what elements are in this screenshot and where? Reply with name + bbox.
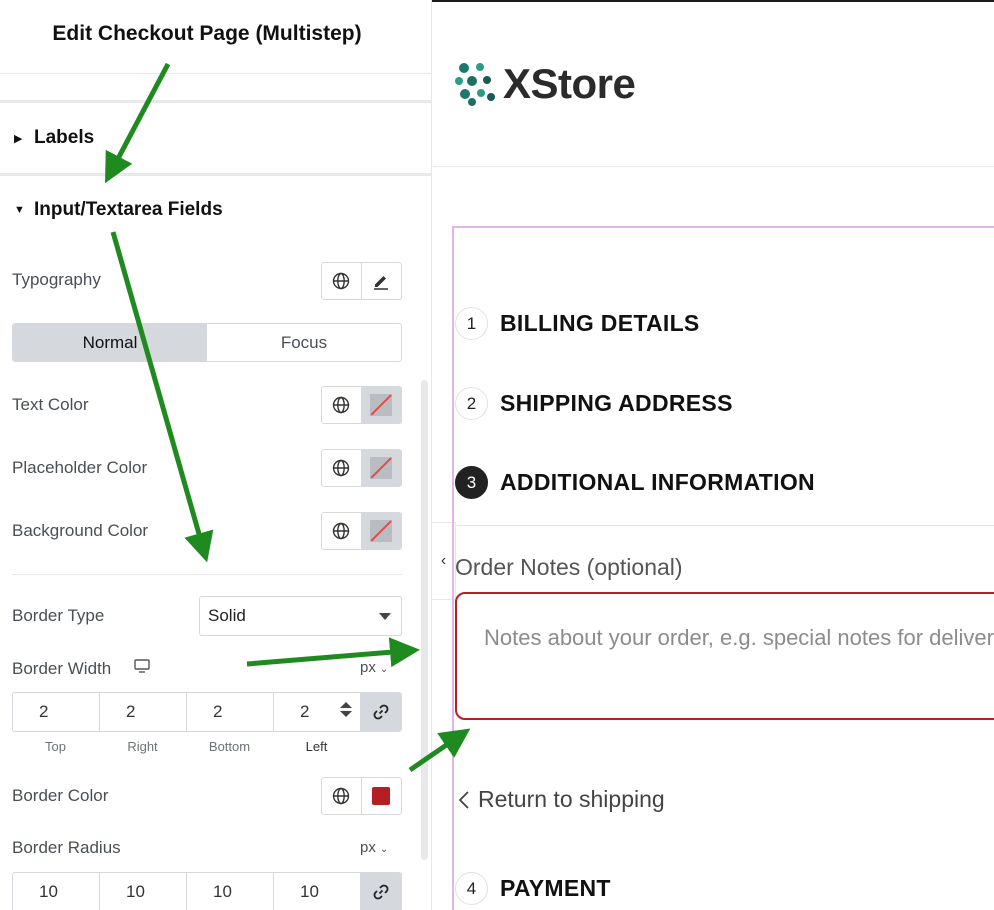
step-shipping[interactable]: 2 SHIPPING ADDRESS: [455, 387, 733, 420]
border-radius-inputs: 10 10 10 10: [12, 872, 402, 910]
border-width-right-input[interactable]: 2: [100, 693, 187, 731]
border-radius-unit: px: [360, 839, 376, 856]
section-fields-toggle[interactable]: ▼ Input/Textarea Fields: [14, 199, 223, 221]
panel-scrollbar[interactable]: [421, 380, 428, 860]
globe-icon[interactable]: [322, 263, 362, 299]
globe-icon[interactable]: [322, 450, 362, 486]
background-color-swatch[interactable]: [361, 513, 401, 549]
border-width-top-input[interactable]: 2: [13, 693, 100, 731]
link-values-button[interactable]: [361, 873, 401, 910]
link-values-button[interactable]: [361, 693, 401, 731]
background-color-label: Background Color: [12, 521, 149, 540]
border-width-unit-select[interactable]: px ⌄: [360, 659, 388, 676]
globe-icon[interactable]: [322, 778, 362, 814]
border-width-bottom-input[interactable]: 2: [187, 693, 274, 731]
caret-right-icon: ▶: [14, 132, 23, 145]
no-color-icon: [370, 520, 393, 542]
header-divider: [433, 166, 994, 167]
background-color-controls: [321, 512, 402, 550]
text-color-label: Text Color: [12, 395, 89, 414]
border-width-label: Border Width: [12, 658, 112, 678]
border-color-swatch[interactable]: [361, 778, 401, 814]
step-title: ADDITIONAL INFORMATION: [500, 469, 815, 495]
border-type-select[interactable]: Solid: [199, 596, 402, 636]
border-radius-right-input[interactable]: 10: [100, 873, 187, 910]
chevron-down-icon: ⌄: [379, 844, 389, 855]
dim-label-right: Right: [127, 739, 158, 754]
step-number: 4: [455, 872, 488, 905]
placeholder-color-swatch[interactable]: [361, 450, 401, 486]
edit-pencil-icon[interactable]: [362, 263, 402, 299]
return-to-shipping-text: Return to shipping: [478, 786, 665, 812]
section-labels-title: Labels: [34, 127, 95, 148]
xstore-logo[interactable]: XStore: [455, 60, 636, 108]
step-billing[interactable]: 1 BILLING DETAILS: [455, 307, 700, 340]
dim-label-top: Top: [45, 739, 66, 754]
order-notes-placeholder: Notes about your order, e.g. special not…: [484, 625, 994, 650]
divider: [0, 173, 431, 176]
border-color-label: Border Color: [12, 786, 109, 805]
step-payment[interactable]: 4 PAYMENT: [455, 872, 611, 905]
step-number: 3: [455, 466, 488, 499]
divider: [0, 73, 431, 74]
globe-icon[interactable]: [322, 513, 362, 549]
logo-mark-icon: [455, 63, 495, 106]
step-number: 1: [455, 307, 488, 340]
link-icon: [373, 704, 389, 720]
no-color-icon: [370, 394, 393, 416]
border-radius-label: Border Radius: [12, 838, 121, 857]
step-additional-information[interactable]: 3 ADDITIONAL INFORMATION: [455, 466, 815, 499]
section-labels-toggle[interactable]: ▶ Labels: [14, 127, 94, 149]
globe-icon[interactable]: [322, 387, 362, 423]
divider: [0, 100, 431, 103]
text-color-controls: [321, 386, 402, 424]
border-width-unit: px: [360, 659, 376, 676]
state-tabs: Normal Focus: [12, 323, 402, 362]
order-notes-label: Order Notes (optional): [455, 554, 683, 580]
border-type-label: Border Type: [12, 606, 105, 625]
return-to-shipping-link[interactable]: Return to shipping: [458, 786, 665, 813]
border-width-dimension-labels: Top Right Bottom Left: [12, 739, 360, 754]
chevron-left-icon: ‹: [440, 552, 447, 569]
placeholder-color-controls: [321, 449, 402, 487]
step-title: SHIPPING ADDRESS: [500, 390, 733, 416]
dim-label-left: Left: [305, 739, 328, 754]
desktop-icon[interactable]: [133, 658, 151, 679]
order-notes-textarea[interactable]: Notes about your order, e.g. special not…: [455, 592, 994, 720]
step-title: BILLING DETAILS: [500, 310, 700, 336]
border-radius-left-input[interactable]: 10: [274, 873, 361, 910]
caret-down-icon: ▼: [14, 204, 25, 216]
border-type-value: Solid: [208, 606, 246, 625]
chevron-down-icon: ⌄: [379, 664, 389, 675]
border-width-inputs: 2 2 2 2: [12, 692, 402, 732]
logo-text: XStore: [503, 60, 636, 107]
placeholder-color-label: Placeholder Color: [12, 458, 148, 477]
step-number: 2: [455, 387, 488, 420]
border-width-left-value: 2: [300, 702, 310, 721]
link-icon: [373, 884, 389, 900]
border-radius-top-input[interactable]: 10: [13, 873, 100, 910]
number-spinner[interactable]: [340, 702, 352, 717]
tab-normal[interactable]: Normal: [13, 324, 207, 361]
panel-title: Edit Checkout Page (Multistep): [52, 22, 362, 45]
dim-label-bottom: Bottom: [208, 739, 251, 754]
text-color-swatch[interactable]: [361, 387, 401, 423]
typography-label: Typography: [12, 270, 101, 289]
typography-controls: [321, 262, 402, 300]
chevron-left-icon: [458, 790, 469, 809]
no-color-icon: [370, 457, 393, 479]
border-radius-bottom-input[interactable]: 10: [187, 873, 274, 910]
divider: [12, 574, 402, 575]
border-radius-unit-select[interactable]: px ⌄: [360, 839, 388, 856]
section-fields-title: Input/Textarea Fields: [34, 199, 223, 220]
border-width-left-input[interactable]: 2: [274, 693, 361, 731]
tab-focus[interactable]: Focus: [207, 324, 401, 361]
caret-down-icon: [379, 613, 391, 620]
border-color-controls: [321, 777, 402, 815]
step-divider: [455, 525, 994, 526]
editor-panel: Edit Checkout Page (Multistep) ▶ Labels …: [0, 0, 432, 910]
step-title: PAYMENT: [500, 875, 611, 901]
color-swatch: [372, 787, 391, 805]
border-width-label-row: Border Width: [12, 658, 151, 679]
